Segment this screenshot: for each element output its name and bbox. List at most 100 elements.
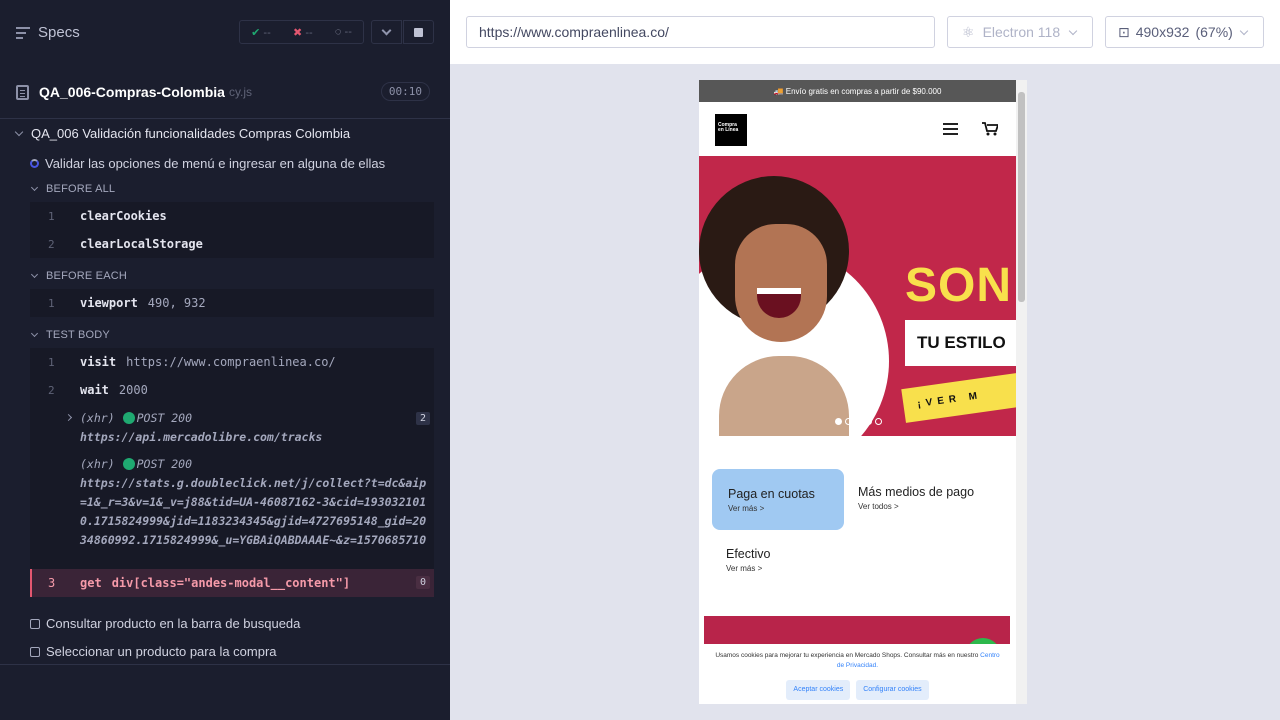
cart-icon[interactable]: [982, 122, 998, 136]
caret-down-icon: [30, 183, 39, 192]
runner-header: Specs ✔ -- ✖ -- ◌ --: [0, 0, 450, 66]
cookie-banner: Usamos cookies para mejorar tu experienc…: [699, 644, 1016, 704]
xhr-row-doubleclick[interactable]: (xhr) POST 200 https://stats.g.doubleclic…: [80, 455, 430, 550]
command-name: get: [80, 576, 102, 590]
failed-command-row[interactable]: 3 get div[class="andes-modal__content"] …: [30, 569, 434, 597]
viewport-icon: ⊡: [1118, 23, 1130, 40]
app-preview-panel: https://www.compraenlinea.co/ ⚛ Electron…: [450, 0, 1280, 720]
caret-down-icon: [30, 270, 39, 279]
pay-installments-card[interactable]: Paga en cuotas Ver más >: [712, 469, 844, 530]
hero-cta[interactable]: ¡VER M: [901, 371, 1016, 423]
app-under-test-frame[interactable]: 🚚 Envío gratis en compras a partir de $9…: [699, 80, 1027, 704]
command-arg: https://www.compraenlinea.co/: [126, 355, 336, 369]
pending-test-label: Consultar producto en la barra de busque…: [46, 616, 301, 631]
browser-selector[interactable]: ⚛ Electron 118: [947, 16, 1093, 48]
before-all-header[interactable]: BEFORE ALL: [30, 183, 116, 195]
configure-cookies-button[interactable]: Configurar cookies: [856, 680, 929, 700]
xhr-url: https://stats.g.doubleclick.net/j/collec…: [80, 476, 427, 547]
viewport-info[interactable]: ⊡ 490x932 (67%): [1105, 16, 1264, 48]
failed-count: --: [305, 26, 313, 39]
command-name: clearLocalStorage: [80, 237, 203, 251]
hero-carousel[interactable]: SON TU ESTILO ¡VER M: [699, 156, 1016, 436]
command-arg: div[class="andes-modal__content"]: [111, 576, 351, 590]
site-logo[interactable]: Compra en Línea: [715, 114, 747, 146]
command-row[interactable]: 1 viewport 490, 932: [30, 289, 434, 317]
specs-toggle[interactable]: Specs: [16, 24, 80, 41]
url-bar[interactable]: https://www.compraenlinea.co/: [466, 16, 935, 48]
viewport-size: 490x932: [1135, 24, 1190, 40]
card-link[interactable]: Ver más >: [728, 504, 828, 513]
file-icon: [16, 84, 29, 100]
command-name: viewport: [80, 296, 138, 310]
command-number: 1: [48, 209, 55, 223]
command-number: 1: [48, 296, 55, 310]
command-number: 3: [48, 576, 56, 590]
command-number: 2: [48, 237, 55, 251]
spec-name[interactable]: QA_006-Compras-Colombia: [39, 84, 225, 100]
stop-icon: [414, 27, 423, 37]
spec-file-line: QA_006-Compras-Colombia cy.js 00:10: [16, 78, 434, 106]
command-log-panel: Specs ✔ -- ✖ -- ◌ -- QA_006-Compras-Colo…: [0, 0, 450, 720]
collapse-button[interactable]: [371, 20, 402, 44]
card-link[interactable]: Ver más >: [726, 564, 770, 573]
command-row[interactable]: 1 clearCookies: [30, 202, 434, 230]
hero-subtitle: TU ESTILO: [905, 320, 1016, 366]
card-title: Paga en cuotas: [728, 487, 815, 501]
command-arg: 490, 932: [147, 296, 206, 310]
xhr-method: POST 200: [136, 411, 193, 425]
divider: [0, 664, 450, 665]
accept-cookies-button[interactable]: Aceptar cookies: [786, 680, 851, 700]
status-dot-icon: [122, 412, 135, 424]
command-row[interactable]: 2 clearLocalStorage: [30, 230, 434, 258]
cash-payment-card[interactable]: Efectivo Ver más >: [726, 547, 770, 573]
command-row[interactable]: 2 wait 2000: [30, 376, 434, 404]
pending-count: --: [344, 26, 352, 38]
menu-icon[interactable]: [943, 123, 958, 135]
passed-count: --: [263, 26, 271, 39]
before-each-header[interactable]: BEFORE EACH: [30, 270, 127, 282]
xhr-count-badge: 2: [415, 412, 430, 425]
divider: [0, 118, 450, 119]
scrollbar[interactable]: [1016, 80, 1027, 704]
active-test[interactable]: Validar las opciones de menú e ingresar …: [30, 156, 385, 171]
command-row[interactable]: 1 visit https://www.compraenlinea.co/: [30, 348, 434, 376]
viewport-scale: (67%): [1195, 24, 1233, 40]
pending-test[interactable]: Seleccionar un producto para la compra: [30, 644, 277, 659]
xhr-row-tracks[interactable]: (xhr) POST 200 https://api.mercadolibre.c…: [80, 409, 430, 447]
pending-test[interactable]: Consultar producto en la barra de busque…: [30, 616, 300, 631]
caret-down-icon: [14, 127, 24, 137]
specs-list-icon: [16, 26, 30, 39]
command-number: 1: [48, 355, 55, 369]
xhr-label: (xhr): [80, 457, 115, 471]
electron-icon: ⚛: [962, 23, 975, 40]
stop-button[interactable]: [403, 20, 434, 44]
carousel-dots[interactable]: [835, 418, 882, 425]
chevron-down-icon: [1239, 26, 1249, 35]
specs-label: Specs: [38, 24, 80, 41]
pending-test-icon: [30, 646, 40, 657]
truck-icon: 🚚: [773, 86, 786, 96]
status-dot-icon: [122, 458, 135, 470]
before-each-commands: 1 viewport 490, 932: [30, 289, 434, 317]
more-payment-card[interactable]: Más medios de pago Ver todos >: [858, 485, 974, 511]
scrollbar-thumb[interactable]: [1018, 92, 1025, 302]
command-name: clearCookies: [80, 209, 167, 223]
cookie-text: Usamos cookies para mejorar tu experienc…: [715, 652, 979, 659]
suite-title[interactable]: QA_006 Validación funcionalidades Compra…: [14, 126, 351, 141]
command-arg: 2000: [118, 383, 148, 397]
cross-icon: ✖: [293, 26, 303, 39]
card-title: Más medios de pago: [858, 485, 975, 499]
xhr-label: (xhr): [80, 411, 115, 425]
before-all-commands: 1 clearCookies 2 clearLocalStorage: [30, 202, 434, 258]
pending-test-icon: [30, 618, 40, 629]
test-body-header[interactable]: TEST BODY: [30, 329, 110, 341]
command-name: visit: [80, 355, 117, 369]
chevron-down-icon: [1068, 26, 1078, 35]
pending-icon: ◌: [334, 26, 342, 38]
browser-label: Electron 118: [982, 24, 1061, 40]
duration-badge: 00:10: [380, 82, 430, 101]
suite-label: QA_006 Validación funcionalidades Compra…: [31, 126, 351, 141]
element-count-badge: 0: [415, 576, 430, 589]
card-link[interactable]: Ver todos >: [858, 502, 974, 511]
before-all-label: BEFORE ALL: [46, 183, 116, 195]
